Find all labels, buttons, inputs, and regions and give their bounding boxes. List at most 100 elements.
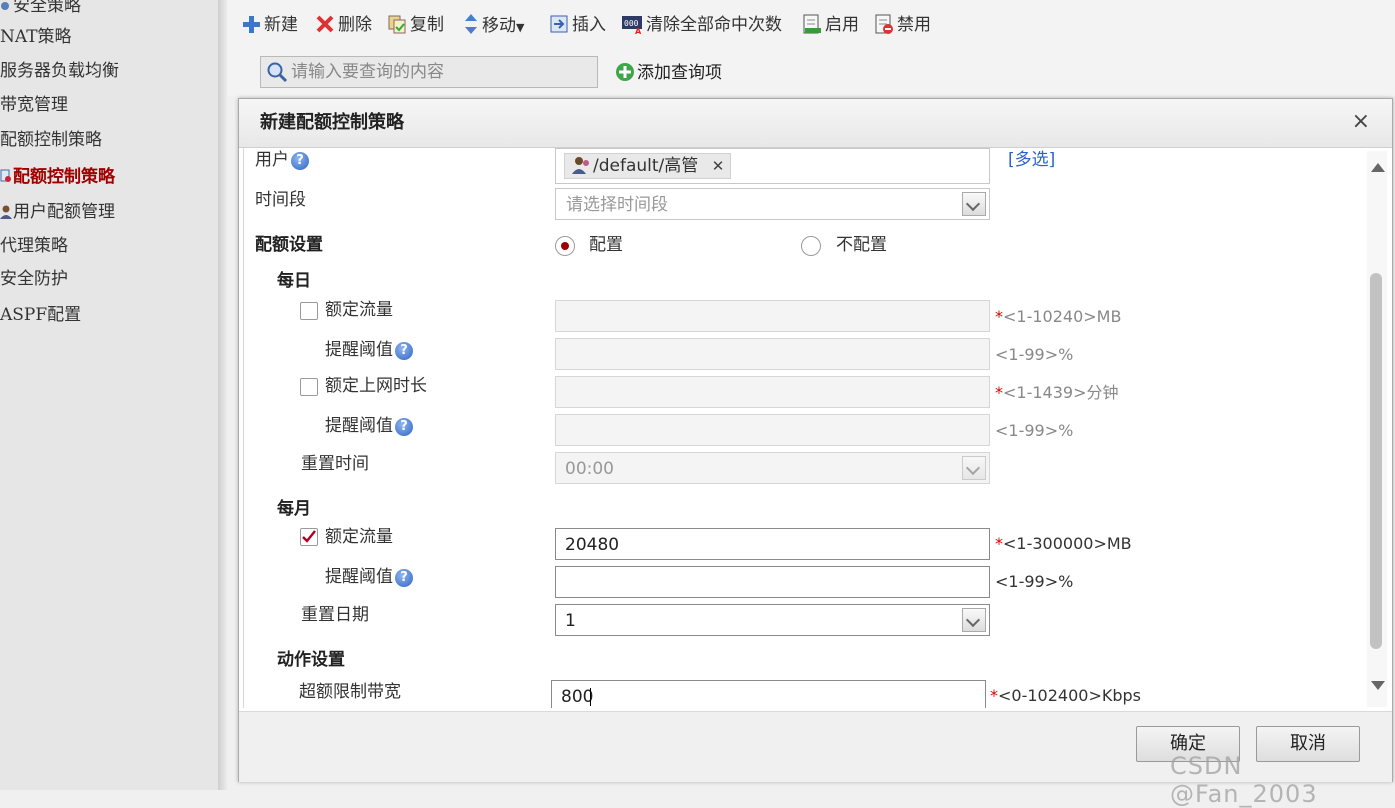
radio-no-config[interactable] — [801, 236, 821, 256]
new-button[interactable]: 新建 — [241, 13, 298, 37]
copy-button[interactable]: 复制 — [387, 13, 444, 37]
bandwidth-limit-input[interactable]: 800 — [551, 680, 986, 708]
sidebar-item-aspf[interactable]: ASPF配置 — [0, 303, 81, 327]
sidebar-item-security-policy[interactable]: 安全策略 — [0, 0, 81, 18]
radio-no-config-label: 不配置 — [836, 235, 887, 255]
scroll-up-icon[interactable] — [1371, 163, 1385, 172]
help-icon[interactable]: ? — [291, 152, 309, 170]
daily-online-label: 额定上网时长 — [325, 376, 427, 396]
dialog-body: 用户? /default/高管 ✕ [多选] 时间段 请选择时间段 配额设置 配… — [243, 148, 1369, 708]
user-select-field[interactable]: /default/高管 ✕ — [555, 148, 990, 184]
quota-settings-label: 配额设置 — [255, 235, 323, 255]
daily-traffic-hint: *<1-10240>MB — [995, 307, 1122, 326]
daily-reset-select[interactable]: 00:00 — [555, 452, 990, 484]
disable-icon — [875, 14, 893, 34]
monthly-traffic-checkbox[interactable] — [300, 528, 318, 546]
time-select[interactable]: 请选择时间段 — [555, 188, 990, 220]
sidebar: 安全策略 NAT策略 服务器负载均衡 带宽管理 配额控制策略 配额控制策略 用户… — [0, 0, 219, 790]
checkmark-icon — [302, 530, 316, 543]
search-icon — [267, 62, 288, 83]
daily-traffic-checkbox[interactable] — [300, 302, 318, 320]
svg-text:A: A — [635, 27, 642, 34]
remove-tag-icon[interactable]: ✕ — [712, 157, 725, 175]
insert-button[interactable]: 插入 — [549, 13, 606, 37]
delete-button[interactable]: 删除 — [315, 13, 372, 37]
scroll-thumb[interactable] — [1370, 273, 1382, 649]
move-button[interactable]: 移动▼ — [463, 13, 524, 37]
daily-alert2-hint: <1-99>% — [995, 421, 1074, 440]
monthly-section-title: 每月 — [277, 499, 311, 519]
time-label: 时间段 — [255, 190, 306, 210]
sidebar-item-server-lb[interactable]: 服务器负载均衡 — [0, 59, 119, 83]
sidebar-item-proxy-policy[interactable]: 代理策略 — [0, 234, 68, 258]
help-icon[interactable]: ? — [395, 418, 413, 436]
bandwidth-limit-label: 超额限制带宽 — [299, 682, 401, 702]
quota-policy-dialog: 新建配额控制策略 × 用户? /default/高管 ✕ [多选] 时间段 请选… — [238, 98, 1393, 782]
add-circle-icon — [616, 63, 634, 81]
monthly-reset-label: 重置日期 — [301, 605, 369, 625]
monthly-traffic-hint: *<1-300000>MB — [995, 534, 1132, 553]
clear-hits-button[interactable]: 000 A 清除全部命中次数 — [621, 13, 782, 37]
add-query-button[interactable]: 添加查询项 — [615, 61, 722, 85]
user-group-icon — [572, 157, 589, 174]
monthly-traffic-label: 额定流量 — [325, 527, 393, 547]
bandwidth-limit-hint: *<0-102400>Kbps — [990, 686, 1141, 705]
sidebar-item-bandwidth[interactable]: 带宽管理 — [0, 93, 68, 117]
search-input[interactable]: 请输入要查询的内容 — [260, 56, 598, 88]
daily-alert-hint: <1-99>% — [995, 345, 1074, 364]
toolbar: 新建 删除 复制 移动▼ 插入 000 A 清除全部命中次数 启用 禁用 — [227, 0, 1395, 53]
insert-icon — [550, 15, 568, 33]
daily-traffic-input[interactable] — [555, 300, 990, 332]
monthly-alert-label: 提醒阈值? — [325, 565, 413, 589]
sidebar-item-quota-policy-group[interactable]: 配额控制策略 — [0, 128, 102, 152]
sidebar-item-nat-policy[interactable]: NAT策略 — [0, 25, 72, 49]
enable-button[interactable]: 启用 — [802, 13, 859, 37]
dropdown-arrow-icon: ▼ — [516, 21, 525, 34]
chevron-down-icon[interactable] — [962, 192, 986, 216]
dialog-scrollbar[interactable] — [1367, 151, 1387, 707]
enable-icon — [803, 14, 821, 34]
user-icon — [0, 202, 12, 219]
multi-select-link[interactable]: [多选] — [1008, 148, 1055, 172]
daily-section-title: 每日 — [277, 271, 311, 291]
sidebar-divider — [218, 0, 227, 790]
daily-alert-input[interactable] — [555, 338, 990, 370]
daily-reset-label: 重置时间 — [301, 454, 369, 474]
user-label: 用户? — [255, 148, 309, 172]
scroll-down-icon[interactable] — [1371, 681, 1385, 690]
daily-traffic-label: 额定流量 — [325, 300, 393, 320]
help-icon[interactable]: ? — [395, 342, 413, 360]
policy-icon — [0, 0, 12, 12]
daily-online-checkbox[interactable] — [300, 378, 318, 396]
daily-alert2-input[interactable] — [555, 414, 990, 446]
user-tag: /default/高管 ✕ — [564, 153, 732, 179]
sidebar-item-security-protection[interactable]: 安全防护 — [0, 267, 68, 291]
radio-config[interactable] — [555, 236, 575, 256]
policy-icon — [0, 167, 12, 183]
action-section-title: 动作设置 — [277, 650, 345, 670]
daily-alert2-label: 提醒阈值? — [325, 414, 413, 438]
disable-button[interactable]: 禁用 — [874, 13, 931, 37]
move-icon — [465, 14, 477, 34]
help-icon[interactable]: ? — [395, 569, 413, 587]
search-bar: 请输入要查询的内容 添加查询项 — [227, 52, 1395, 96]
text-cursor — [590, 688, 591, 706]
radio-config-label: 配置 — [589, 235, 623, 255]
watermark: CSDN @Fan_2003 — [1170, 752, 1318, 808]
counter-reset-icon: 000A — [622, 16, 642, 36]
delete-icon — [316, 15, 334, 33]
sidebar-item-quota-policy[interactable]: 配额控制策略 — [0, 165, 115, 189]
chevron-down-icon[interactable] — [962, 608, 986, 632]
monthly-reset-select[interactable]: 1 — [555, 604, 990, 636]
monthly-alert-hint: <1-99>% — [995, 572, 1074, 591]
monthly-traffic-input[interactable]: 20480 — [555, 528, 990, 560]
daily-alert-label: 提醒阈值? — [325, 338, 413, 362]
sidebar-item-user-quota[interactable]: 用户配额管理 — [0, 200, 115, 224]
close-icon[interactable]: × — [1352, 109, 1370, 135]
dialog-header: 新建配额控制策略 × — [239, 99, 1392, 148]
monthly-alert-input[interactable] — [555, 566, 990, 598]
chevron-down-icon[interactable] — [962, 456, 986, 480]
copy-icon — [388, 15, 406, 34]
plus-icon — [243, 16, 260, 33]
daily-online-input[interactable] — [555, 376, 990, 408]
